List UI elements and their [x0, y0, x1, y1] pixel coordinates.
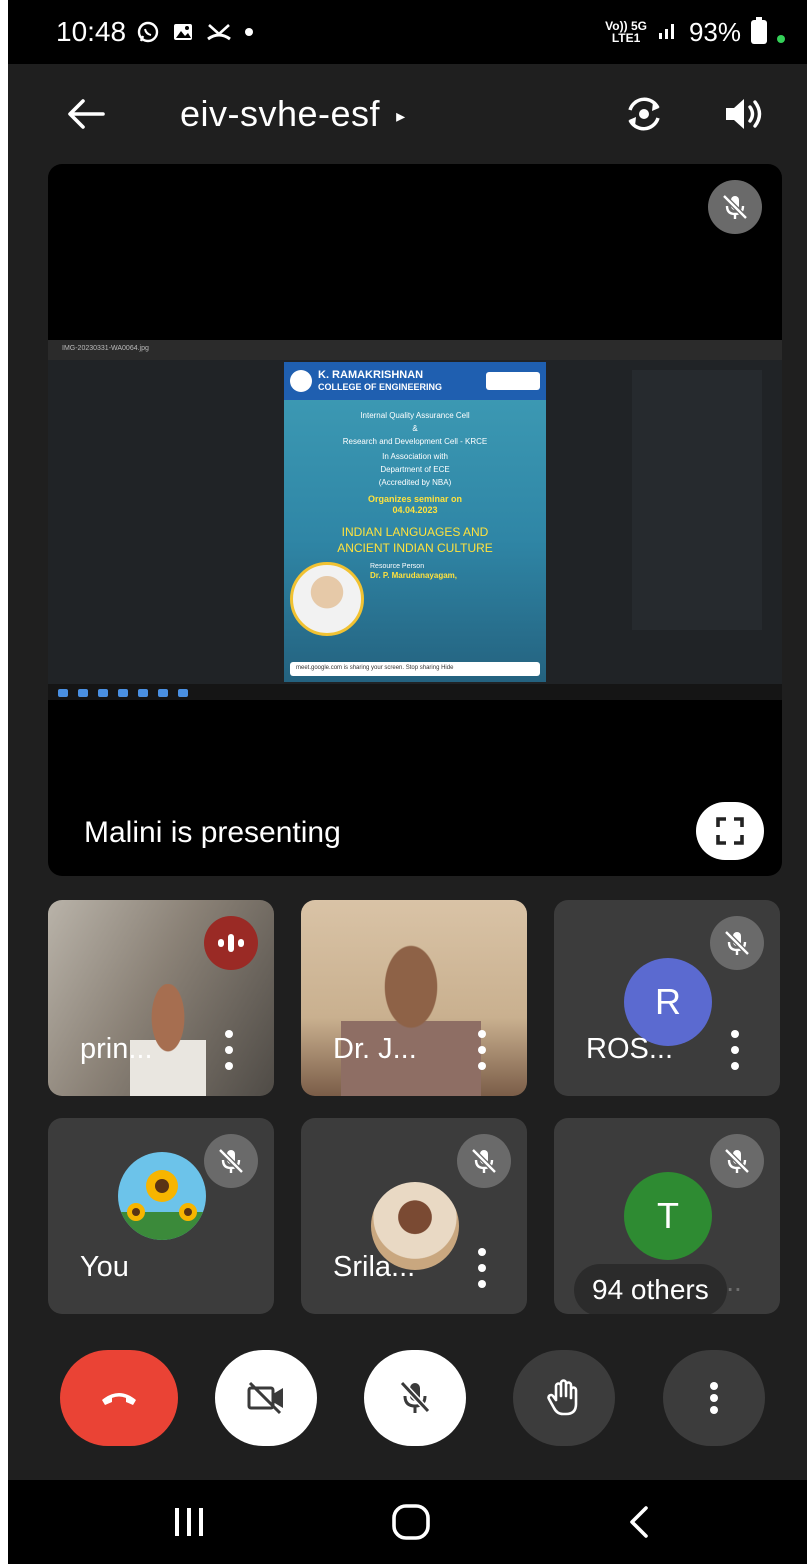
poster-line: In Association with	[382, 452, 448, 461]
poster-title: INDIAN LANGUAGES AND ANCIENT INDIAN CULT…	[337, 525, 493, 555]
participant-tile[interactable]: Dr. J...	[301, 900, 527, 1096]
poster-institution: K. RAMAKRISHNAN	[318, 369, 424, 381]
participant-muted-badge	[710, 1134, 764, 1188]
battery-text: 93%	[688, 16, 741, 47]
home-button[interactable]	[386, 1500, 436, 1544]
poster-header: K. RAMAKRISHNAN COLLEGE OF ENGINEERING	[284, 362, 546, 400]
sharing-notice: meet.google.com is sharing your screen. …	[290, 662, 540, 676]
status-right: Vo)) 5G LTE1 93%	[605, 17, 785, 48]
poster-line: Research and Development Cell - KRCE	[342, 437, 488, 446]
recent-apps-icon	[175, 1508, 203, 1536]
poster-institution-sub: COLLEGE OF ENGINEERING	[318, 382, 443, 392]
participant-avatar: T	[624, 1172, 712, 1260]
partner-logos-icon	[486, 372, 540, 390]
participant-tile[interactable]: Srila...	[301, 1118, 527, 1314]
shared-window-titlebar: IMG-20230331-WA0064.jpg	[48, 340, 782, 360]
participant-more-button[interactable]	[475, 1248, 489, 1288]
meeting-details-caret-icon[interactable]: ▸	[396, 106, 405, 127]
others-count-pill[interactable]: 94 others	[574, 1264, 727, 1314]
poster-date: 04.04.2023	[392, 505, 438, 515]
toggle-mic-button[interactable]	[364, 1350, 466, 1446]
poster-line: (Accredited by NBA)	[378, 478, 452, 487]
status-bar: 10:48 Vo)) 5G LTE1 93%	[8, 0, 807, 64]
presenter-label: Malini is presenting	[84, 816, 341, 849]
college-logo-icon	[290, 370, 312, 392]
camera-off-icon	[247, 1381, 283, 1415]
participant-tile[interactable]: prin...	[48, 900, 274, 1096]
participant-more-button[interactable]	[222, 1030, 236, 1070]
fullscreen-button[interactable]	[696, 802, 764, 860]
network-indicator: Vo)) 5G LTE1	[605, 19, 647, 45]
meeting-code[interactable]: eiv-svhe-esf	[180, 93, 380, 135]
presenter-muted-badge	[708, 180, 762, 234]
screen-share-view: IMG-20230331-WA0064.jpg K. RAMAKRISHNAN …	[48, 340, 782, 700]
fullscreen-icon	[716, 817, 744, 845]
toggle-camera-button[interactable]	[215, 1350, 317, 1446]
battery-icon	[751, 17, 767, 44]
privacy-dot-icon	[777, 35, 785, 43]
resource-name: Dr. P. Marudanayagam,	[370, 571, 457, 580]
poster-line: Department of ECE	[380, 465, 450, 474]
call-controls	[8, 1350, 807, 1446]
mic-off-icon	[722, 194, 748, 220]
mic-off-icon	[471, 1148, 497, 1174]
home-icon	[392, 1504, 430, 1540]
more-vertical-icon	[710, 1382, 718, 1414]
phone-hangup-icon	[102, 1393, 136, 1405]
participant-name: You	[80, 1251, 129, 1283]
resource-label: Resource Person	[370, 563, 425, 570]
raise-hand-icon	[547, 1379, 578, 1416]
poster-line: &	[412, 424, 418, 433]
shared-window-panel	[632, 370, 762, 630]
participant-muted-badge	[710, 916, 764, 970]
arrow-left-icon	[68, 99, 105, 129]
missed-call-icon	[206, 21, 232, 43]
speaking-indicator-icon	[204, 916, 258, 970]
whatsapp-icon	[136, 20, 160, 44]
more-options-button[interactable]	[663, 1350, 765, 1446]
participant-more-button[interactable]	[475, 1030, 489, 1070]
switch-camera-button[interactable]	[621, 91, 667, 137]
audio-output-button[interactable]	[721, 91, 767, 137]
mic-off-icon	[218, 1148, 244, 1174]
presentation-stage[interactable]: IMG-20230331-WA0064.jpg K. RAMAKRISHNAN …	[48, 164, 782, 876]
poster-line: Internal Quality Assurance Cell	[360, 411, 470, 420]
resource-person-photo	[290, 562, 364, 636]
google-meet-screen: 10:48 Vo)) 5G LTE1 93% eiv-svhe-esf ▸ IM…	[8, 0, 807, 1564]
mic-off-icon	[724, 1148, 750, 1174]
mic-off-icon	[724, 930, 750, 956]
participant-tile-self[interactable]: You	[48, 1118, 274, 1314]
back-button[interactable]	[64, 92, 108, 136]
self-avatar-sunflower	[118, 1152, 206, 1240]
participant-name: Dr. J...	[333, 1033, 417, 1065]
shared-taskbar	[48, 684, 782, 700]
camera-switch-icon	[628, 97, 660, 131]
participant-name: Srila...	[333, 1251, 416, 1283]
back-nav-button[interactable]	[614, 1500, 664, 1544]
system-navigation-bar	[8, 1480, 807, 1564]
participant-name: ROS...	[586, 1033, 674, 1065]
meeting-app-bar: eiv-svhe-esf ▸	[8, 64, 807, 164]
notification-dot-icon	[244, 27, 254, 37]
signal-icon	[657, 17, 679, 48]
participant-name: prin...	[80, 1033, 153, 1065]
participant-muted-badge	[457, 1134, 511, 1188]
gallery-icon	[172, 21, 194, 43]
mic-off-icon	[399, 1380, 431, 1414]
status-time: 10:48	[56, 16, 127, 47]
recent-apps-button[interactable]	[164, 1500, 214, 1544]
participant-video	[341, 940, 481, 1096]
chevron-left-icon	[630, 1506, 648, 1538]
participant-tile[interactable]: R ROS...	[554, 900, 780, 1096]
participant-more-button[interactable]	[728, 1030, 742, 1070]
leave-call-button[interactable]	[60, 1350, 178, 1446]
participant-muted-badge	[204, 1134, 258, 1188]
raise-hand-button[interactable]	[513, 1350, 615, 1446]
others-tile[interactable]: T T. Muruga... 94 others	[554, 1118, 780, 1314]
poster-resource-person: Resource Person Dr. P. Marudanayagam,	[284, 562, 546, 636]
seminar-poster: K. RAMAKRISHNAN COLLEGE OF ENGINEERING I…	[284, 362, 546, 682]
sunflower-icon	[118, 1170, 206, 1240]
poster-organizes: Organizes seminar on	[367, 494, 463, 504]
speaker-icon	[726, 99, 762, 129]
